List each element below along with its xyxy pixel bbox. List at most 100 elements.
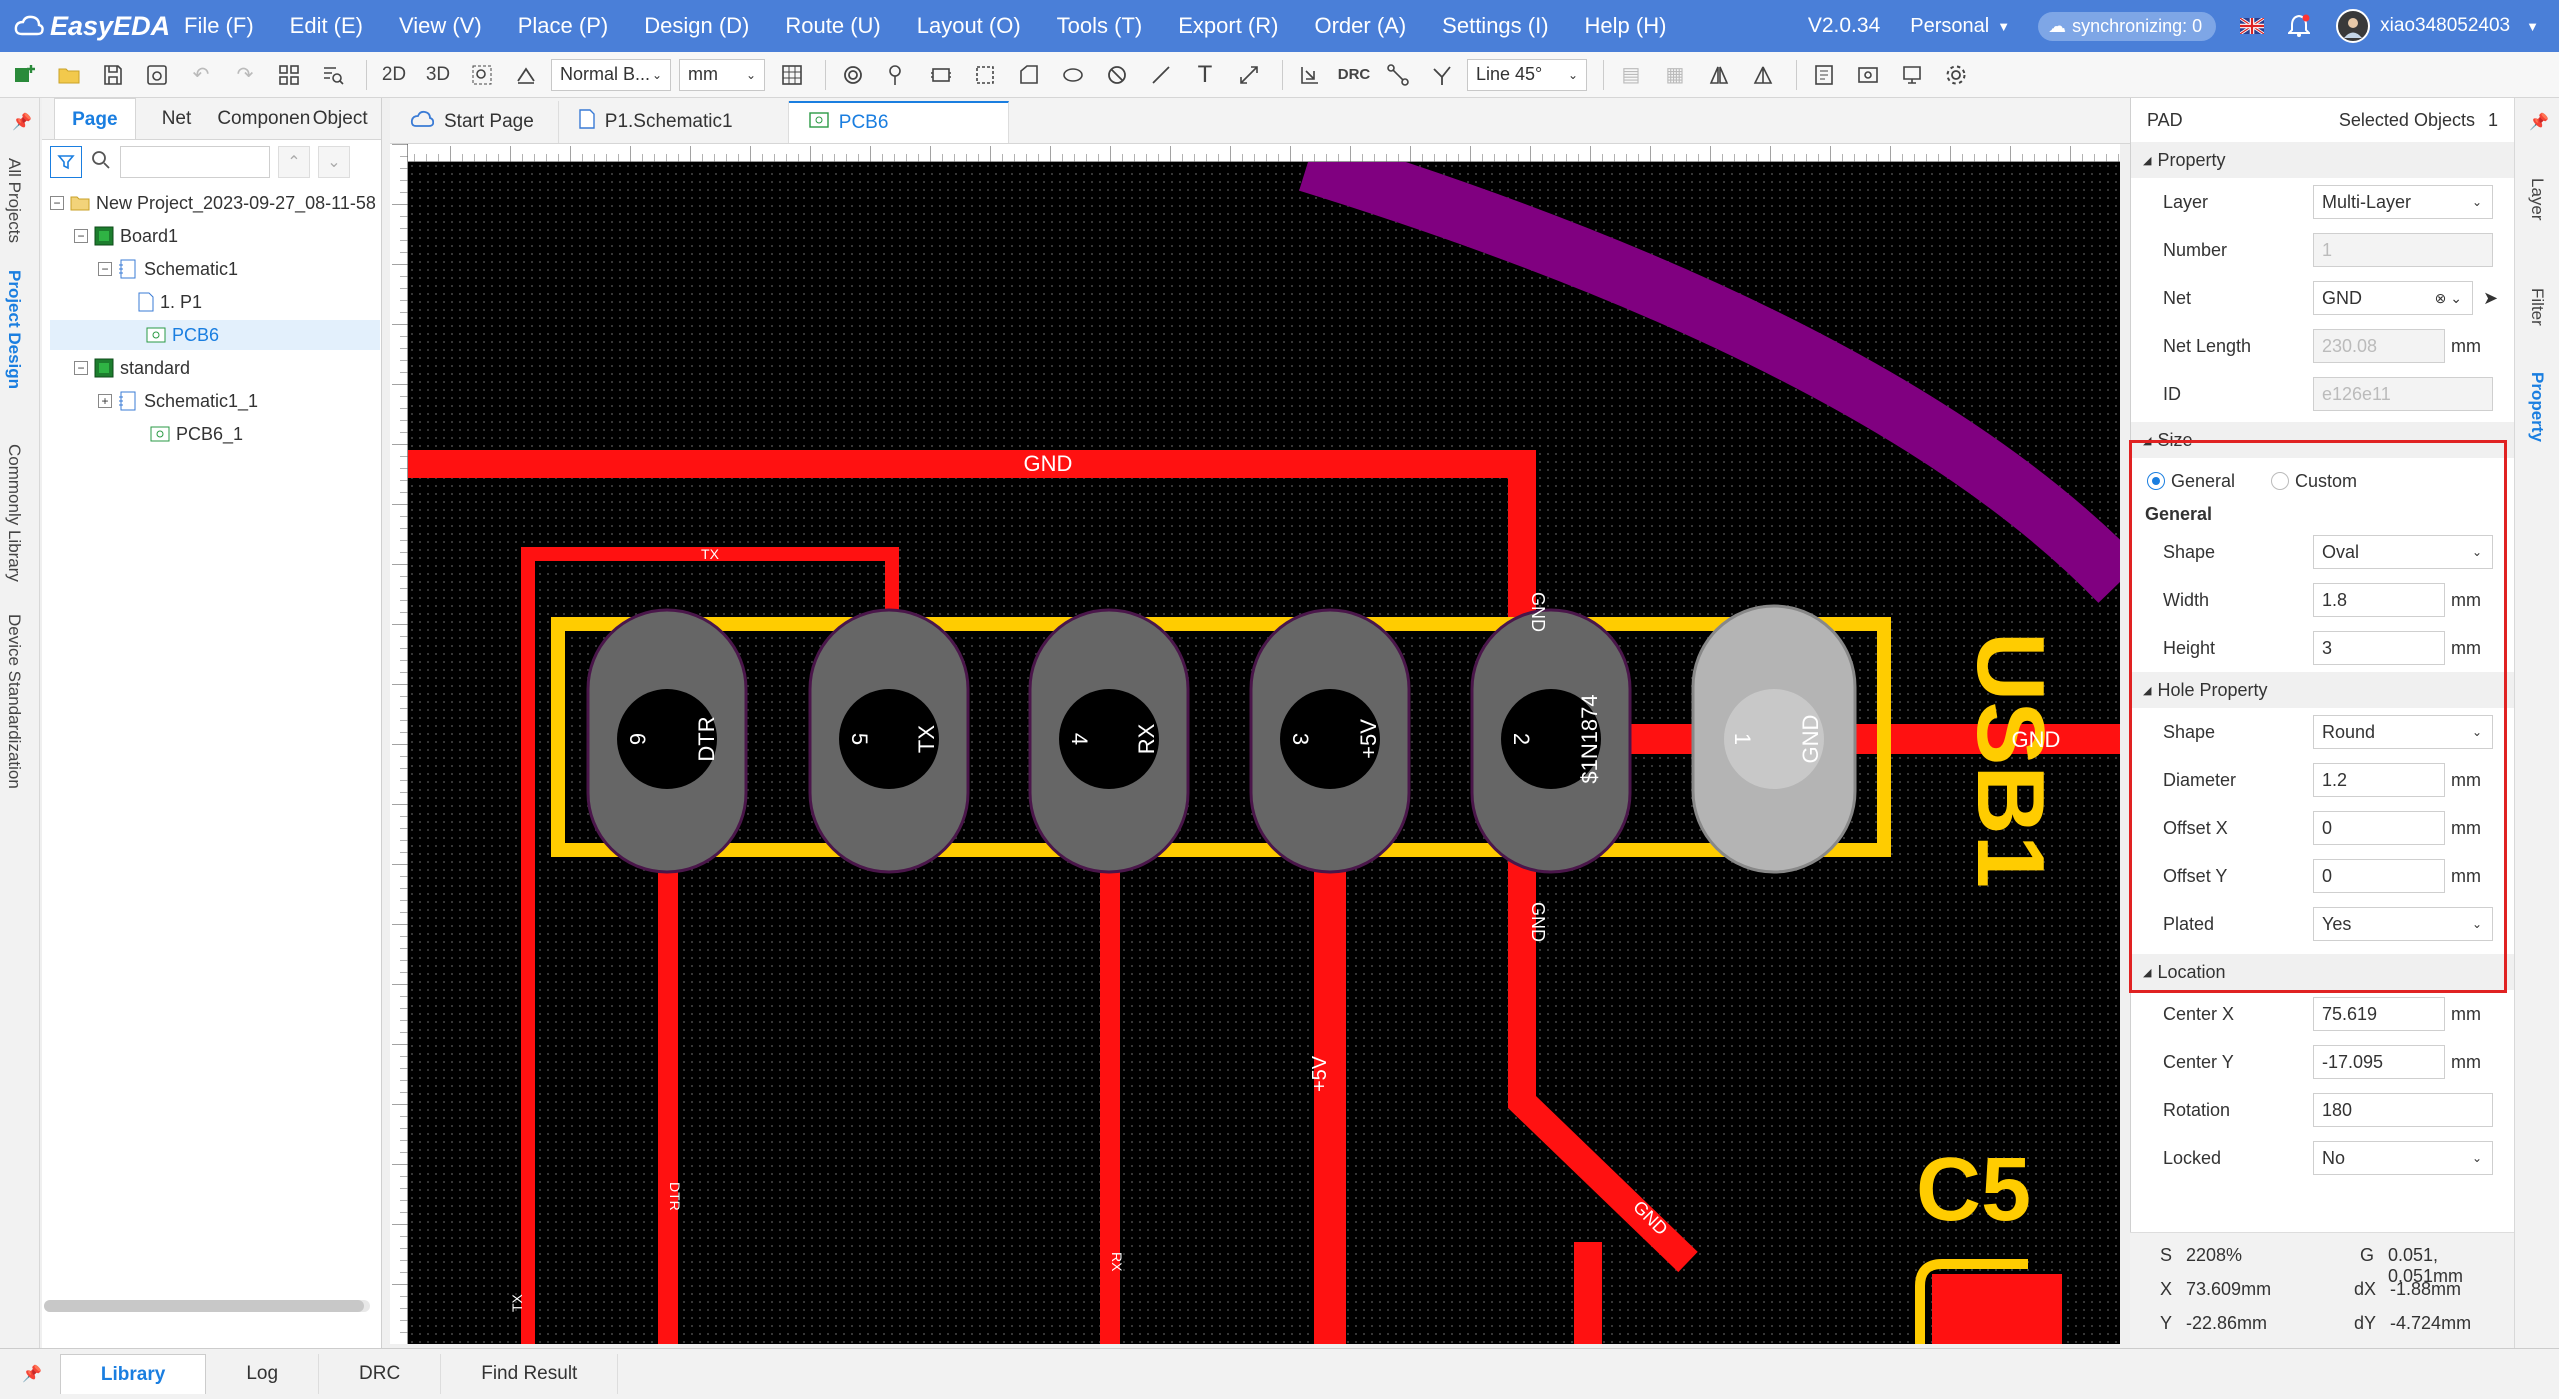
layer-select[interactable]: Multi-Layer ⌄ <box>2313 185 2493 219</box>
flip-vertical-icon[interactable] <box>1744 57 1782 93</box>
collapse-icon[interactable]: − <box>74 361 88 375</box>
vtab-device-standardization[interactable]: Device Standardization <box>4 614 24 789</box>
radio-custom[interactable]: Custom <box>2271 471 2357 492</box>
chevron-down-icon[interactable]: ⌄ <box>318 146 350 178</box>
id-field[interactable]: e126e11 <box>2313 377 2493 411</box>
vtab-filter[interactable]: Filter <box>2527 288 2547 326</box>
expand-icon[interactable]: + <box>98 394 112 408</box>
menu-route[interactable]: Route (U) <box>785 13 880 39</box>
vtab-project-design[interactable]: Project Design <box>4 270 24 389</box>
bell-icon[interactable] <box>2288 14 2311 38</box>
user-caret-down-icon[interactable]: ▼ <box>2526 19 2539 34</box>
grid-icon[interactable] <box>773 57 811 93</box>
tree-item-project[interactable]: − New Project_2023-09-27_08-11-58 <box>50 188 376 218</box>
find-icon[interactable] <box>314 57 352 93</box>
menu-place[interactable]: Place (P) <box>518 13 608 39</box>
gnd-trace-top[interactable] <box>408 450 1536 622</box>
board-outline-arc[interactable] <box>1299 162 2120 603</box>
undo-icon[interactable]: ↶ <box>182 57 220 93</box>
offset-x-input[interactable]: 0 <box>2313 811 2445 845</box>
net-select[interactable]: GND ⊗ ⌄ <box>2313 281 2473 315</box>
tab-component[interactable]: Componen <box>217 98 310 139</box>
usb1-designator[interactable]: USB1 <box>1957 632 2064 888</box>
menu-tools[interactable]: Tools (T) <box>1057 13 1143 39</box>
tab-library[interactable]: Library <box>59 1354 207 1394</box>
hole-shape-select[interactable]: Round ⌄ <box>2313 715 2493 749</box>
menu-edit[interactable]: Edit (E) <box>290 13 363 39</box>
view-3d-button[interactable]: 3D <box>419 57 457 93</box>
search-input[interactable] <box>120 146 270 178</box>
import-icon[interactable] <box>1291 57 1329 93</box>
grid-layout-icon[interactable] <box>270 57 308 93</box>
component-icon[interactable] <box>922 57 960 93</box>
tree-item-pcb6[interactable]: PCB6 <box>50 320 380 350</box>
collapse-icon[interactable]: − <box>74 229 88 243</box>
tab-find-result[interactable]: Find Result <box>441 1354 619 1394</box>
dimension-icon[interactable] <box>1230 57 1268 93</box>
drc-button[interactable]: DRC <box>1335 57 1373 93</box>
tree-item-schematic1-1[interactable]: + Schematic1_1 <box>98 386 258 416</box>
vtab-commonly-library[interactable]: Commonly Library <box>4 444 24 582</box>
flip-horizontal-icon[interactable] <box>1700 57 1738 93</box>
redo-icon[interactable]: ↷ <box>226 57 264 93</box>
tab-log[interactable]: Log <box>206 1354 320 1394</box>
tab-start-page[interactable]: Start Page <box>390 101 559 143</box>
pin-icon[interactable]: 📌 <box>12 112 32 132</box>
tab-object[interactable]: Object <box>299 98 381 139</box>
tab-pcb6[interactable]: PCB6 <box>788 101 1009 143</box>
polygon-icon[interactable] <box>1010 57 1048 93</box>
height-input[interactable]: 3 <box>2313 631 2445 665</box>
offset-y-input[interactable]: 0 <box>2313 859 2445 893</box>
width-input[interactable]: 1.8 <box>2313 583 2445 617</box>
route-angle-icon[interactable] <box>1423 57 1461 93</box>
collapse-icon[interactable]: − <box>98 262 112 276</box>
menu-export[interactable]: Export (R) <box>1178 13 1278 39</box>
rotation-input[interactable]: 180 <box>2313 1093 2493 1127</box>
tree-item-sheet-p1[interactable]: 1. P1 <box>138 287 202 317</box>
tab-drc[interactable]: DRC <box>319 1354 442 1394</box>
pcb-drawing[interactable]: USB1 C5 GND GND GND GND GND TX TX DTR RX… <box>408 162 2120 1344</box>
new-icon[interactable] <box>6 57 44 93</box>
avatar[interactable] <box>2336 9 2371 43</box>
pad-4[interactable] <box>1028 608 1190 874</box>
diameter-input[interactable]: 1.2 <box>2313 763 2445 797</box>
select-mode-dropdown[interactable]: Normal B... ⌄ <box>551 58 671 91</box>
text-icon[interactable]: T <box>1186 57 1224 93</box>
c5-designator[interactable]: C5 <box>1916 1140 2031 1240</box>
menu-layout[interactable]: Layout (O) <box>917 13 1021 39</box>
plated-select[interactable]: Yes ⌄ <box>2313 907 2493 941</box>
menu-settings[interactable]: Settings (I) <box>1442 13 1548 39</box>
horizontal-scrollbar[interactable] <box>44 1300 370 1312</box>
open-folder-icon[interactable] <box>50 57 88 93</box>
settings-gear-icon[interactable] <box>1937 57 1975 93</box>
forbidden-region-icon[interactable] <box>1098 57 1136 93</box>
pad-6[interactable] <box>586 608 748 874</box>
line-icon[interactable] <box>1142 57 1180 93</box>
shape-select[interactable]: Oval ⌄ <box>2313 535 2493 569</box>
region-icon[interactable] <box>966 57 1004 93</box>
ellipse-icon[interactable] <box>1054 57 1092 93</box>
section-location[interactable]: ◢ Location <box>2131 954 2514 990</box>
menu-order[interactable]: Order (A) <box>1314 13 1406 39</box>
vtab-all-projects[interactable]: All Projects <box>4 158 24 243</box>
zoom-area-icon[interactable] <box>463 57 501 93</box>
tab-schematic[interactable]: P1.Schematic1 <box>559 101 789 143</box>
route-track-icon[interactable] <box>878 57 916 93</box>
route-mode-dropdown[interactable]: Line 45° ⌄ <box>1467 58 1587 91</box>
tree-item-board1[interactable]: − Board1 <box>74 221 178 251</box>
tree-item-pcb6-1[interactable]: PCB6_1 <box>118 419 243 449</box>
workspace-dropdown[interactable]: Personal ▼ <box>1910 15 2010 38</box>
pad-2[interactable] <box>1470 608 1632 874</box>
save-icon[interactable] <box>94 57 132 93</box>
tree-item-standard[interactable]: − standard <box>74 353 190 383</box>
menu-file[interactable]: File (F) <box>184 13 254 39</box>
net-length-field[interactable]: 230.08 <box>2313 329 2445 363</box>
chevron-up-icon[interactable]: ⌃ <box>278 146 310 178</box>
menu-view[interactable]: View (V) <box>399 13 482 39</box>
align-icon[interactable]: ▤ <box>1612 57 1650 93</box>
clear-circle-icon[interactable]: ⊗ ⌄ <box>2435 290 2462 307</box>
center-x-input[interactable]: 75.619 <box>2313 997 2445 1031</box>
c5-pad[interactable] <box>1932 1274 2062 1344</box>
tab-net[interactable]: Net <box>136 98 218 139</box>
view-2d-button[interactable]: 2D <box>375 57 413 93</box>
